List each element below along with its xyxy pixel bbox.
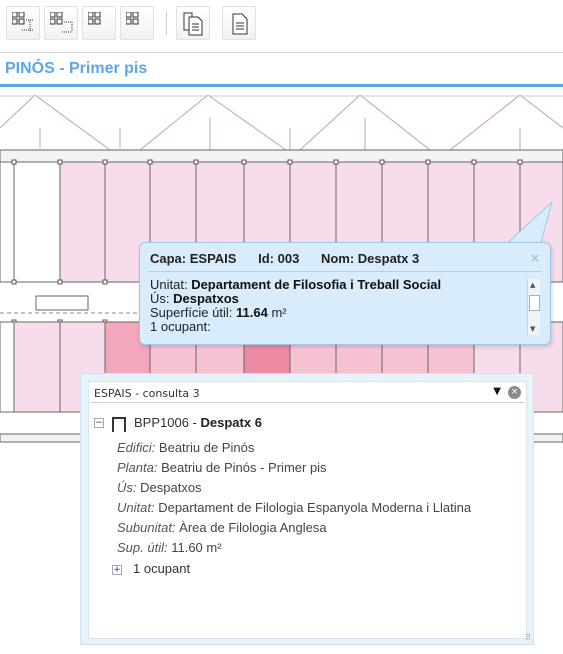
- wall-node: [333, 159, 339, 165]
- page-title: PINÓS - Primer pis: [5, 60, 148, 77]
- record-collapse-toggle[interactable]: −: [94, 418, 104, 428]
- scroll-up-icon[interactable]: ▲: [530, 281, 535, 289]
- tooltip-us: Ús: Despatxos: [150, 291, 239, 306]
- field-sup-util: Sup. útil: 11.60 m²: [117, 540, 222, 555]
- query-panel-title: ESPAIS - consulta 3: [94, 387, 200, 400]
- panel-close-button[interactable]: ×: [508, 386, 521, 399]
- field-subunitat: Subunitat: Àrea de Filologia Anglesa: [117, 520, 327, 535]
- occupants-expand-toggle[interactable]: +: [112, 565, 122, 575]
- wall-node: [517, 159, 523, 165]
- tooltip-header: Capa: ESPAIS Id: 003 Nom: Despatx 3: [150, 251, 437, 266]
- field-us: Ús: Despatxos: [117, 480, 202, 495]
- room[interactable]: [0, 321, 15, 413]
- room[interactable]: [59, 161, 106, 283]
- documents-button[interactable]: [176, 6, 210, 40]
- room-icon: [112, 417, 126, 432]
- scroll-down-icon[interactable]: ▼: [530, 325, 535, 333]
- wall-node: [147, 159, 153, 165]
- grid-list-icon: [126, 12, 139, 25]
- tooltip-nom: Nom: Despatx 3: [320, 251, 420, 266]
- wall-node: [471, 159, 477, 165]
- tooltip-superficie: Superfície útil: 11.64 m²: [150, 305, 287, 320]
- wall-node: [57, 279, 63, 285]
- toolbar-separator: [166, 11, 167, 35]
- query-panel-content: ESPAIS - consulta 3 ▼ × − BPP1006 - Desp…: [88, 381, 527, 639]
- wall-node: [11, 159, 17, 165]
- field-planta: Planta: Beatriu de Pinós - Primer pis: [117, 460, 327, 475]
- wall-node: [241, 159, 247, 165]
- tooltip-body: Unitat: Departament de Filosofia i Treba…: [150, 278, 520, 334]
- wall-node: [379, 159, 385, 165]
- tooltip-id: Id: 003: [258, 251, 300, 266]
- resize-grip-icon[interactable]: ⠿: [525, 633, 531, 642]
- grid-select-icon: [12, 12, 34, 32]
- tooltip-unitat: Unitat: Departament de Filosofia i Treba…: [150, 277, 442, 292]
- documents-icon: [183, 12, 203, 36]
- tooltip-close-button[interactable]: ×: [530, 251, 540, 265]
- document-icon: [232, 13, 248, 35]
- occupants-label[interactable]: 1 ocupant: [133, 561, 190, 576]
- tooltip-ocupant: 1 ocupant:: [150, 319, 211, 334]
- record-title[interactable]: BPP1006 - Despatx 6: [134, 415, 262, 430]
- room[interactable]: [0, 161, 15, 283]
- query-panel: ESPAIS - consulta 3 ▼ × − BPP1006 - Desp…: [80, 373, 534, 645]
- tooltip-capa: Capa: ESPAIS: [150, 251, 237, 266]
- tooltip-divider: [148, 271, 542, 272]
- grid-list-button[interactable]: [120, 6, 154, 40]
- room[interactable]: [13, 321, 61, 413]
- scroll-thumb[interactable]: [529, 295, 540, 311]
- room[interactable]: [13, 161, 61, 283]
- feature-tooltip: Capa: ESPAIS Id: 003 Nom: Despatx 3 × Un…: [139, 242, 551, 345]
- wall-node: [193, 159, 199, 165]
- document-button[interactable]: [222, 6, 256, 40]
- wall-node: [287, 159, 293, 165]
- wall-node: [57, 159, 63, 165]
- wall-node: [102, 279, 108, 285]
- wall-node: [102, 159, 108, 165]
- tooltip-scrollbar[interactable]: ▲ ▼: [527, 279, 540, 335]
- grid-select-button[interactable]: [6, 6, 40, 40]
- grid-icon: [88, 12, 101, 25]
- query-panel-header[interactable]: ESPAIS - consulta 3 ▼ ×: [90, 383, 525, 403]
- title-underline: [0, 84, 563, 87]
- grid-button[interactable]: [82, 6, 116, 40]
- wall-node: [425, 159, 431, 165]
- dropdown-arrow-icon[interactable]: ▼: [493, 386, 501, 397]
- grid-select-alt-icon: [50, 12, 73, 33]
- field-unitat: Unitat: Departament de Filologia Espanyo…: [117, 500, 472, 515]
- wall-node: [11, 279, 17, 285]
- field-edifici: Edifici: Beatriu de Pinós: [117, 440, 255, 455]
- toolbar-divider: [0, 52, 563, 53]
- toolbar: [0, 0, 563, 48]
- grid-select-alt-button[interactable]: [44, 6, 78, 40]
